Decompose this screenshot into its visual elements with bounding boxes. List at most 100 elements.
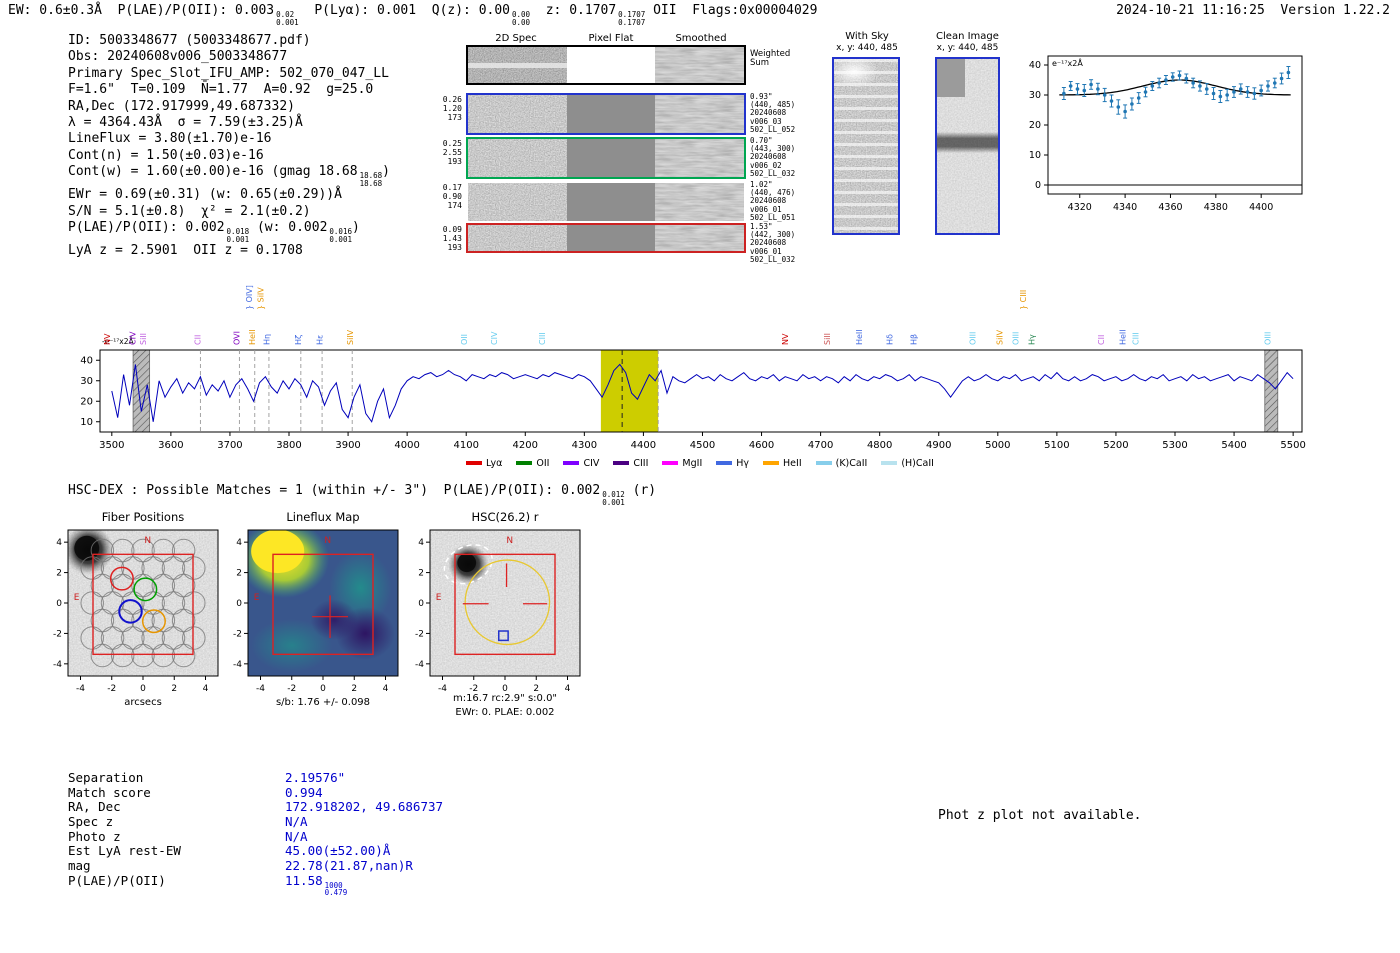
spectral-line-label: Hη	[263, 334, 272, 345]
spectral-line-group-label: } CIII	[1019, 290, 1028, 310]
data-point	[1068, 84, 1073, 88]
spectrum-flux-line	[111, 363, 1294, 423]
spec2d-row-left-labels: 0.26 1.20 173	[442, 95, 462, 122]
photz-note: Phot z plot not available.	[938, 808, 1142, 823]
text-run: Cont(w) = 1.60(±0.00)e-16 (gmag 18.68	[68, 164, 358, 180]
match-table-row: Photo z N/A	[68, 828, 443, 845]
text-run: N/A	[285, 828, 308, 844]
data-point	[1184, 76, 1189, 81]
col-title-smoothed: Smoothed	[675, 33, 727, 44]
spec2d-row	[466, 93, 746, 135]
legend-swatch	[662, 461, 679, 465]
match-table-row: P(LAE)/P(OII) 11.58 1000 0.479	[68, 873, 443, 896]
text-run: 22.78(21.87,nan)R	[285, 858, 413, 874]
text-run: 172.918202, 49.686737	[285, 799, 444, 815]
legend-swatch	[613, 461, 630, 465]
masked-wavelength-band	[132, 349, 151, 433]
noise-image	[655, 139, 744, 177]
match-table-label: Photo z	[68, 828, 121, 844]
x-tick-label: 4360	[1158, 202, 1182, 213]
weighted-sum-label: Weighted Sum	[750, 49, 791, 68]
spectral-line-label: NV	[781, 333, 790, 345]
spectral-line-label: SiII	[823, 333, 832, 345]
header-summary: EW: 0.6±0.3Å P(LAE)/P(OII): 0.003 0.02 0.0…	[8, 3, 817, 26]
compass-east: E	[74, 593, 80, 603]
y-tick-label: 4	[418, 538, 424, 548]
match-table-value: 22.78(21.87,nan)R	[285, 858, 413, 873]
x-tick-label: 4380	[1204, 202, 1228, 213]
data-point	[1116, 105, 1121, 109]
data-point	[1170, 75, 1175, 79]
data-point	[1218, 94, 1223, 99]
match-table-value: N/A	[285, 829, 308, 844]
text-run: P(LAE)/P(OII): 0.002	[68, 220, 225, 236]
super-sub-fraction: 0.1707 0.1707	[618, 10, 646, 27]
y-tick-label: 20	[1029, 120, 1041, 131]
info-line: LineFlux = 3.80(±1.70)e-16	[68, 131, 390, 147]
hsc-dex-summary: HSC-DEX : Possible Matches = 1 (within +…	[68, 483, 656, 506]
spectral-line-label: CIV	[128, 331, 137, 345]
text-run: HSC-DEX : Possible Matches = 1 (within +…	[68, 483, 601, 498]
x-tick-label: 0	[320, 684, 326, 694]
x-tick-label: -2	[287, 684, 296, 694]
hsc-r-title: HSC(26.2) r	[471, 510, 539, 524]
spectral-line-label: SiII	[139, 333, 148, 345]
data-point	[1279, 76, 1284, 81]
spectral-line-label: CIV	[490, 331, 499, 345]
pixel-flat-strip	[566, 139, 656, 177]
cutout-image	[248, 530, 398, 676]
text-run: EW: 0.6±0.3Å P(LAE)/P(OII): 0.003	[8, 3, 275, 18]
spectral-line-label: OVI	[232, 331, 241, 345]
noise-image	[655, 183, 744, 221]
y-tick-label: 10	[80, 417, 93, 428]
y-tick-label: 20	[80, 396, 93, 407]
info-line: Primary Spec_Slot_IFU_AMP: 502_070_047_L…	[68, 66, 390, 82]
data-point	[1252, 91, 1257, 96]
match-table-value: 11.58 1000 0.479	[285, 873, 347, 896]
pixel-flat-strip	[566, 225, 656, 251]
clean-coords: x, y: 440, 485	[936, 43, 999, 53]
fiber-positions-panel: -4 -4 -2 -2 0 0 2 2 4 4 N E	[53, 529, 219, 694]
clean-image-panel	[935, 57, 1000, 235]
clean-title: Clean Image	[936, 31, 999, 42]
compass-north: N	[506, 536, 513, 546]
elixer-detection-report: EW: 0.6±0.3Å P(LAE)/P(OII): 0.003 0.02 0.0…	[0, 0, 1400, 953]
legend-swatch	[563, 461, 580, 465]
noise-image	[468, 225, 567, 251]
data-point	[1062, 91, 1066, 96]
match-table-label: RA, Dec	[68, 799, 121, 815]
spec2d-row-left-labels: 0.25 2.55 193	[442, 139, 462, 166]
data-point	[1266, 84, 1270, 88]
spectral-line-label: Hε	[316, 335, 325, 345]
info-line: EWr = 0.69(±0.31) (w: 0.65(±0.29))Å	[68, 187, 390, 203]
text-run: z: 0.1707	[530, 3, 617, 18]
pixel-flat-strip	[566, 183, 656, 221]
text-run: λ = 4364.43Å σ = 7.59(±3.25)Å	[68, 115, 303, 131]
match-table-value: 2.19576"	[285, 770, 345, 785]
match-table-value: N/A	[285, 814, 308, 829]
lineflux-map-title: Lineflux Map	[286, 510, 360, 524]
text-run: S/N = 5.1(±0.8) χ² = 2.1(±0.2)	[68, 203, 311, 219]
data-point	[1150, 84, 1155, 88]
data-point	[1286, 70, 1291, 75]
legend-swatch	[466, 461, 483, 465]
match-table-label: mag	[68, 858, 91, 874]
trace-highlight	[468, 63, 567, 69]
data-point	[1177, 73, 1182, 78]
match-table-value: 0.994	[285, 785, 323, 800]
2d-spec-strip	[468, 139, 567, 177]
spectral-line-label: CIII	[1131, 332, 1140, 345]
spectral-line-label: CII	[193, 335, 202, 345]
x-tick-label: -2	[107, 684, 116, 694]
match-table-row: mag 22.78(21.87,nan)R	[68, 858, 443, 874]
noise-image	[468, 183, 567, 221]
2d-spec-strip	[468, 95, 567, 133]
fiber-positions-title: Fiber Positions	[101, 510, 185, 524]
full-spectrum-plot: 3500 3600 3700 3800 3900 4000 4100 4200 4300 4400…	[80, 285, 1306, 451]
sky-bright-blob	[834, 59, 879, 87]
match-table-row: Separation 2.19576"	[68, 770, 443, 786]
text-run: Primary Spec_Slot_IFU_AMP: 502_070_047_L…	[68, 65, 389, 81]
y-tick-label: -2	[233, 629, 242, 639]
match-table-label: Separation	[68, 770, 144, 785]
spectral-line-label: OIII	[1012, 332, 1021, 345]
